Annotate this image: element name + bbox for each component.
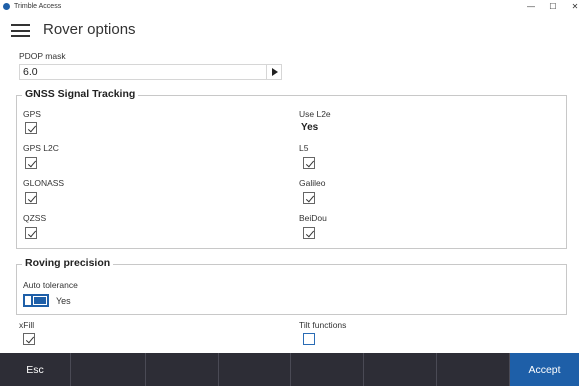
- glonass-checkbox[interactable]: [25, 192, 37, 204]
- softkey-empty-3[interactable]: [219, 353, 291, 386]
- maximize-icon[interactable]: ☐: [541, 0, 565, 12]
- trimble-app-icon: [3, 2, 10, 10]
- gnss-signal-tracking-group: [16, 95, 567, 249]
- galileo-label: Galileo: [299, 178, 326, 188]
- qzss-checkbox[interactable]: [25, 227, 37, 239]
- xfill-label: xFill: [19, 320, 35, 330]
- toggle-knob: [25, 296, 31, 305]
- window-title: Trimble Access: [14, 2, 62, 10]
- minimize-icon[interactable]: —: [519, 0, 543, 12]
- auto-tolerance-value: Yes: [56, 296, 71, 306]
- galileo-checkbox[interactable]: [303, 192, 315, 204]
- page-title: Rover options: [43, 21, 136, 38]
- beidou-label: BeiDou: [299, 213, 327, 223]
- gps-checkbox[interactable]: [25, 122, 37, 134]
- l5-label: L5: [299, 143, 309, 153]
- use-l2e-value[interactable]: Yes: [301, 122, 318, 133]
- page-header: Rover options: [0, 12, 579, 48]
- beidou-checkbox[interactable]: [303, 227, 315, 239]
- accept-button[interactable]: Accept: [510, 353, 579, 386]
- pdop-mask-input[interactable]: 6.0: [19, 64, 268, 80]
- esc-button[interactable]: Esc: [0, 353, 71, 386]
- tilt-functions-checkbox[interactable]: [303, 333, 315, 345]
- roving-precision-group: [16, 264, 567, 315]
- softkey-empty-5[interactable]: [364, 353, 437, 386]
- auto-tolerance-label: Auto tolerance: [23, 280, 78, 290]
- pdop-arrow-icon[interactable]: [266, 64, 282, 80]
- pdop-mask-label: PDOP mask: [19, 51, 66, 61]
- softkey-empty-4[interactable]: [291, 353, 364, 386]
- use-l2e-label: Use L2e: [299, 109, 331, 119]
- toggle-fill: [33, 296, 47, 305]
- gps-label: GPS: [23, 109, 41, 119]
- xfill-checkbox[interactable]: [23, 333, 35, 345]
- roving-group-title: Roving precision: [22, 257, 114, 269]
- gnss-group-title: GNSS Signal Tracking: [22, 88, 139, 100]
- window-titlebar: Trimble Access — ☐ ✕: [0, 0, 579, 12]
- softkey-empty-1[interactable]: [71, 353, 146, 386]
- qzss-label: QZSS: [23, 213, 47, 223]
- close-icon[interactable]: ✕: [563, 0, 579, 12]
- tilt-functions-label: Tilt functions: [299, 320, 347, 330]
- softkey-bar: Esc Accept: [0, 353, 579, 386]
- glonass-label: GLONASS: [23, 178, 65, 188]
- hamburger-menu-icon[interactable]: [11, 24, 30, 37]
- gps-l2c-label: GPS L2C: [23, 143, 59, 153]
- auto-tolerance-toggle[interactable]: [23, 294, 49, 307]
- softkey-empty-2[interactable]: [146, 353, 219, 386]
- l5-checkbox[interactable]: [303, 157, 315, 169]
- gps-l2c-checkbox[interactable]: [25, 157, 37, 169]
- softkey-empty-6[interactable]: [437, 353, 510, 386]
